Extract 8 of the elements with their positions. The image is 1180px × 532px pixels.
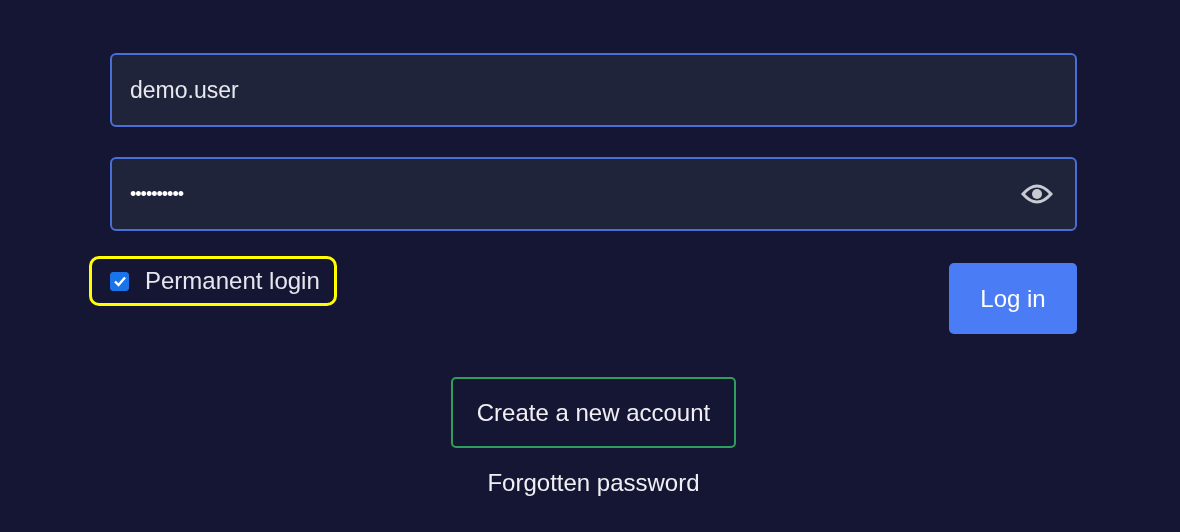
username-field[interactable]: demo.user [110, 53, 1077, 127]
checkbox[interactable] [110, 271, 129, 291]
eye-icon[interactable] [1021, 184, 1053, 204]
login-button[interactable]: Log in [949, 263, 1077, 334]
password-field[interactable]: •••••••••• [110, 157, 1077, 231]
forgotten-password-link[interactable]: Forgotten password [487, 469, 700, 497]
checkbox-label: Permanent login [145, 267, 320, 295]
create-account-button[interactable]: Create a new account [450, 377, 737, 448]
